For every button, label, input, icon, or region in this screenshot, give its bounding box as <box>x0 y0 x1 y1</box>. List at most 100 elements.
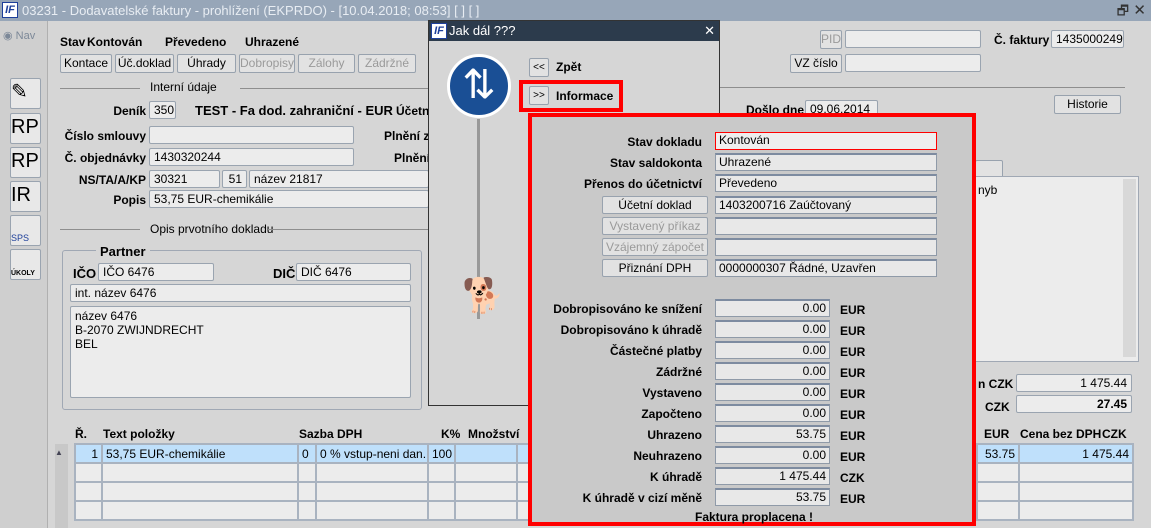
nav-radio[interactable]: ◉ Nav <box>3 29 35 42</box>
memo-box[interactable]: nyb <box>975 176 1139 362</box>
amount-value[interactable]: 53.75 <box>715 488 830 506</box>
table-cell[interactable] <box>315 462 429 483</box>
table-cell[interactable] <box>101 462 299 483</box>
dialog-close-icon[interactable]: ✕ <box>704 21 715 41</box>
table-cell[interactable] <box>427 500 456 521</box>
ico-field[interactable]: IČO 6476 <box>98 263 214 281</box>
info-row-value[interactable]: 0000000307 Řádné, Uzavřen <box>715 259 937 278</box>
amount-value[interactable]: 0.00 <box>715 383 830 401</box>
info-row-value[interactable]: Kontován <box>715 132 937 150</box>
info-row-button[interactable]: Vystavený příkaz <box>602 216 708 235</box>
table-cell[interactable] <box>74 481 103 502</box>
table-cell[interactable] <box>297 500 317 521</box>
info-row-value[interactable]: Uhrazené <box>715 153 937 172</box>
table-cell[interactable] <box>1018 462 1134 483</box>
popis-field[interactable]: 53,75 EUR-chemikálie <box>149 190 429 208</box>
amount-value[interactable]: 53.75 <box>715 425 830 443</box>
faktura-label: Č. faktury <box>994 33 1050 47</box>
ns-field[interactable]: 30321 <box>149 170 220 188</box>
col-czk: CZK <box>1102 427 1127 441</box>
ukoly-button[interactable]: ÚKOLY <box>10 249 41 280</box>
smlouva-field[interactable] <box>149 126 354 144</box>
grid-scrollbar[interactable]: ▲ <box>55 444 68 528</box>
table-cell[interactable]: 53.75 <box>976 443 1020 464</box>
info-row-value[interactable] <box>715 238 937 256</box>
czk1-field[interactable]: 1 475.44 <box>1016 374 1132 392</box>
table-cell[interactable]: 1 475.44 <box>1018 443 1134 464</box>
zadrzne-button[interactable]: Zádržné <box>358 54 416 73</box>
table-cell[interactable] <box>427 462 456 483</box>
amount-value[interactable]: 0.00 <box>715 446 830 464</box>
uhrady-button[interactable]: Úhrady <box>177 54 236 73</box>
table-cell[interactable] <box>1018 481 1134 502</box>
prevedeno-status: Převedeno <box>165 35 227 49</box>
table-cell[interactable]: 0 <box>297 443 317 464</box>
ta-name-field[interactable]: název 21817 <box>249 170 429 188</box>
table-cell[interactable] <box>976 500 1020 521</box>
table-cell[interactable] <box>315 500 429 521</box>
table-cell[interactable] <box>454 462 518 483</box>
amount-value[interactable]: 0.00 <box>715 362 830 380</box>
col-sazba: Sazba DPH <box>299 427 363 441</box>
table-cell[interactable] <box>297 462 317 483</box>
historie-button[interactable]: Historie <box>1054 95 1121 114</box>
col-mnozstvi: Množství <box>468 427 520 441</box>
table-cell[interactable] <box>101 500 299 521</box>
table-cell[interactable]: 100 <box>427 443 456 464</box>
table-cell[interactable] <box>454 443 518 464</box>
ta-field[interactable]: 51 <box>222 170 247 188</box>
pid-button[interactable]: PID <box>820 30 842 49</box>
table-cell[interactable] <box>1018 500 1134 521</box>
info-row-button[interactable]: Přiznání DPH <box>602 259 708 278</box>
table-cell[interactable] <box>101 481 299 502</box>
ir-cz-button[interactable]: IR <box>10 181 41 212</box>
faktura-field[interactable]: 1435000249 <box>1051 30 1124 48</box>
amount-value[interactable]: 0.00 <box>715 341 830 359</box>
amount-currency: CZK <box>840 471 865 485</box>
dic-field[interactable]: DIČ 6476 <box>296 263 411 281</box>
info-row-button[interactable]: Účetní doklad <box>602 195 708 214</box>
table-cell[interactable]: 1 <box>74 443 103 464</box>
amount-value[interactable]: 0.00 <box>715 404 830 422</box>
amount-value[interactable]: 0.00 <box>715 320 830 338</box>
memo-scrollbar[interactable] <box>1123 179 1136 357</box>
table-cell[interactable] <box>427 481 456 502</box>
info-button[interactable]: >> <box>529 86 549 105</box>
table-cell[interactable]: 53,75 EUR-chemikálie <box>101 443 299 464</box>
partner-name-field[interactable]: int. název 6476 <box>70 284 411 302</box>
vz-field[interactable] <box>845 54 981 72</box>
uc-doklad-button[interactable]: Úč.doklad <box>115 54 174 73</box>
table-cell[interactable] <box>315 481 429 502</box>
table-cell[interactable]: 0 % vstup-neni dan. do <box>315 443 429 464</box>
zalohy-button[interactable]: Zálohy <box>298 54 355 73</box>
info-row-button[interactable]: Vzájemný zápočet <box>602 238 708 256</box>
czk2-field[interactable]: 27.45 <box>1016 395 1132 413</box>
rp-cz-button[interactable]: RP <box>10 113 41 144</box>
info-row-label: Stav dokladu <box>627 135 702 149</box>
table-cell[interactable] <box>74 500 103 521</box>
denik-field[interactable]: 350 <box>149 101 176 119</box>
restore-icon[interactable]: 🗗 <box>1117 0 1129 21</box>
amount-value[interactable]: 0.00 <box>715 299 830 317</box>
table-cell[interactable] <box>454 500 518 521</box>
dobropisy-button[interactable]: Dobropisy <box>239 54 295 73</box>
back-button[interactable]: << <box>529 58 549 77</box>
table-cell[interactable] <box>454 481 518 502</box>
kontace-button[interactable]: Kontace <box>60 54 112 73</box>
table-cell[interactable] <box>74 462 103 483</box>
pid-field[interactable] <box>845 30 981 48</box>
table-cell[interactable] <box>297 481 317 502</box>
vz-cislo-button[interactable]: VZ číslo <box>790 54 842 73</box>
info-row-value[interactable]: Převedeno <box>715 174 937 193</box>
info-row-value[interactable]: 1403200716 Zaúčtovaný <box>715 195 937 214</box>
table-cell[interactable] <box>976 462 1020 483</box>
address-field[interactable]: název 6476 B-2070 ZWIJNDRECHT BEL <box>70 306 411 398</box>
amount-value[interactable]: 1 475.44 <box>715 467 830 485</box>
objednavka-field[interactable]: 1430320244 <box>149 148 354 166</box>
info-row-value[interactable] <box>715 216 937 235</box>
rp-eu-button[interactable]: RP <box>10 147 41 178</box>
edit-tool-icon[interactable]: ✎ <box>10 78 41 109</box>
table-cell[interactable] <box>976 481 1020 502</box>
sps-button[interactable]: SPS <box>10 215 41 246</box>
close-icon[interactable]: ✕ <box>1133 0 1146 21</box>
